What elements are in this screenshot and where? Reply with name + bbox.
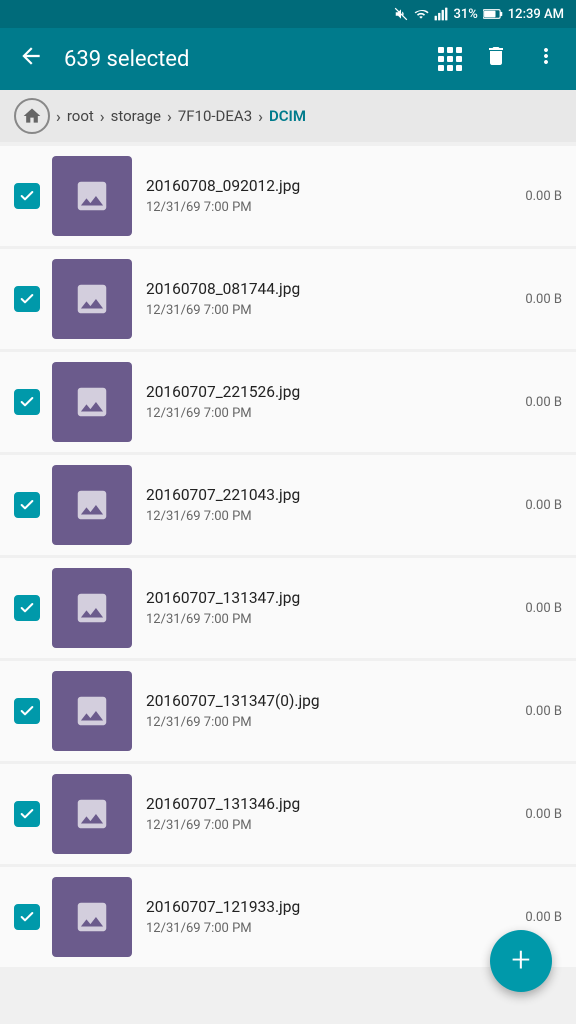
breadcrumb-root[interactable]: root: [67, 107, 94, 125]
file-date: 12/31/69 7:00 PM: [146, 715, 517, 730]
file-checkbox[interactable]: [14, 698, 40, 724]
breadcrumb-sep-1: ›: [56, 107, 61, 126]
file-size: 0.00 B: [525, 395, 562, 410]
breadcrumb-sep-3: ›: [167, 107, 172, 126]
breadcrumb-current: DCIM: [269, 107, 306, 125]
home-button[interactable]: [14, 98, 50, 134]
app-bar: 639 selected: [0, 28, 576, 90]
file-info: 20160707_221526.jpg 12/31/69 7:00 PM: [146, 383, 517, 421]
file-checkbox[interactable]: [14, 286, 40, 312]
file-thumbnail: [52, 671, 132, 751]
wifi-icon: [413, 7, 429, 21]
fab-plus-icon: +: [511, 943, 530, 977]
delete-button[interactable]: [480, 40, 512, 78]
list-item[interactable]: 20160707_221526.jpg 12/31/69 7:00 PM 0.0…: [0, 352, 576, 452]
file-checkbox[interactable]: [14, 492, 40, 518]
file-name: 20160707_121933.jpg: [146, 898, 517, 916]
file-info: 20160707_131347(0).jpg 12/31/69 7:00 PM: [146, 692, 517, 730]
breadcrumb-sep-4: ›: [258, 107, 263, 126]
mute-icon: [394, 7, 408, 21]
file-thumbnail: [52, 568, 132, 648]
file-date: 12/31/69 7:00 PM: [146, 200, 517, 215]
grid-view-button[interactable]: [438, 47, 462, 71]
file-thumbnail: [52, 259, 132, 339]
status-icons: 31% 12:39 AM: [394, 7, 564, 22]
file-info: 20160708_081744.jpg 12/31/69 7:00 PM: [146, 280, 517, 318]
file-checkbox[interactable]: [14, 389, 40, 415]
file-size: 0.00 B: [525, 292, 562, 307]
list-item[interactable]: 20160708_092012.jpg 12/31/69 7:00 PM 0.0…: [0, 146, 576, 246]
file-size: 0.00 B: [525, 910, 562, 925]
file-size: 0.00 B: [525, 807, 562, 822]
status-bar: 31% 12:39 AM: [0, 0, 576, 28]
file-checkbox[interactable]: [14, 904, 40, 930]
file-size: 0.00 B: [525, 498, 562, 513]
file-name: 20160707_131347.jpg: [146, 589, 517, 607]
breadcrumb-storage[interactable]: storage: [111, 107, 161, 125]
app-bar-actions: [438, 40, 562, 78]
file-size: 0.00 B: [525, 189, 562, 204]
file-date: 12/31/69 7:00 PM: [146, 303, 517, 318]
time-text: 12:39 AM: [508, 7, 564, 22]
file-info: 20160707_131347.jpg 12/31/69 7:00 PM: [146, 589, 517, 627]
file-size: 0.00 B: [525, 601, 562, 616]
file-date: 12/31/69 7:00 PM: [146, 406, 517, 421]
list-item[interactable]: 20160707_131346.jpg 12/31/69 7:00 PM 0.0…: [0, 764, 576, 864]
file-name: 20160708_092012.jpg: [146, 177, 517, 195]
breadcrumb: › root › storage › 7F10-DEA3 › DCIM: [0, 90, 576, 142]
file-list: 20160708_092012.jpg 12/31/69 7:00 PM 0.0…: [0, 142, 576, 974]
file-thumbnail: [52, 774, 132, 854]
file-date: 12/31/69 7:00 PM: [146, 921, 517, 936]
list-item[interactable]: 20160707_131347.jpg 12/31/69 7:00 PM 0.0…: [0, 558, 576, 658]
file-name: 20160708_081744.jpg: [146, 280, 517, 298]
file-name: 20160707_131347(0).jpg: [146, 692, 517, 710]
file-date: 12/31/69 7:00 PM: [146, 818, 517, 833]
file-info: 20160707_121933.jpg 12/31/69 7:00 PM: [146, 898, 517, 936]
file-checkbox[interactable]: [14, 595, 40, 621]
file-name: 20160707_221526.jpg: [146, 383, 517, 401]
selection-count: 639 selected: [64, 47, 422, 72]
file-name: 20160707_131346.jpg: [146, 795, 517, 813]
list-item[interactable]: 20160707_131347(0).jpg 12/31/69 7:00 PM …: [0, 661, 576, 761]
file-thumbnail: [52, 362, 132, 442]
file-thumbnail: [52, 156, 132, 236]
more-options-button[interactable]: [530, 40, 562, 78]
back-button[interactable]: [14, 39, 48, 80]
file-thumbnail: [52, 877, 132, 957]
file-info: 20160707_221043.jpg 12/31/69 7:00 PM: [146, 486, 517, 524]
file-date: 12/31/69 7:00 PM: [146, 509, 517, 524]
list-item[interactable]: 20160707_221043.jpg 12/31/69 7:00 PM 0.0…: [0, 455, 576, 555]
battery-text: 31%: [453, 7, 477, 22]
battery-icon: [483, 8, 503, 20]
file-size: 0.00 B: [525, 704, 562, 719]
fab-button[interactable]: +: [490, 930, 552, 992]
signal-icon: [434, 7, 448, 21]
list-item[interactable]: 20160707_121933.jpg 12/31/69 7:00 PM 0.0…: [0, 867, 576, 967]
file-checkbox[interactable]: [14, 183, 40, 209]
breadcrumb-device[interactable]: 7F10-DEA3: [178, 107, 252, 125]
file-date: 12/31/69 7:00 PM: [146, 612, 517, 627]
file-thumbnail: [52, 465, 132, 545]
list-item[interactable]: 20160708_081744.jpg 12/31/69 7:00 PM 0.0…: [0, 249, 576, 349]
file-info: 20160707_131346.jpg 12/31/69 7:00 PM: [146, 795, 517, 833]
file-info: 20160708_092012.jpg 12/31/69 7:00 PM: [146, 177, 517, 215]
breadcrumb-sep-2: ›: [100, 107, 105, 126]
file-name: 20160707_221043.jpg: [146, 486, 517, 504]
file-checkbox[interactable]: [14, 801, 40, 827]
